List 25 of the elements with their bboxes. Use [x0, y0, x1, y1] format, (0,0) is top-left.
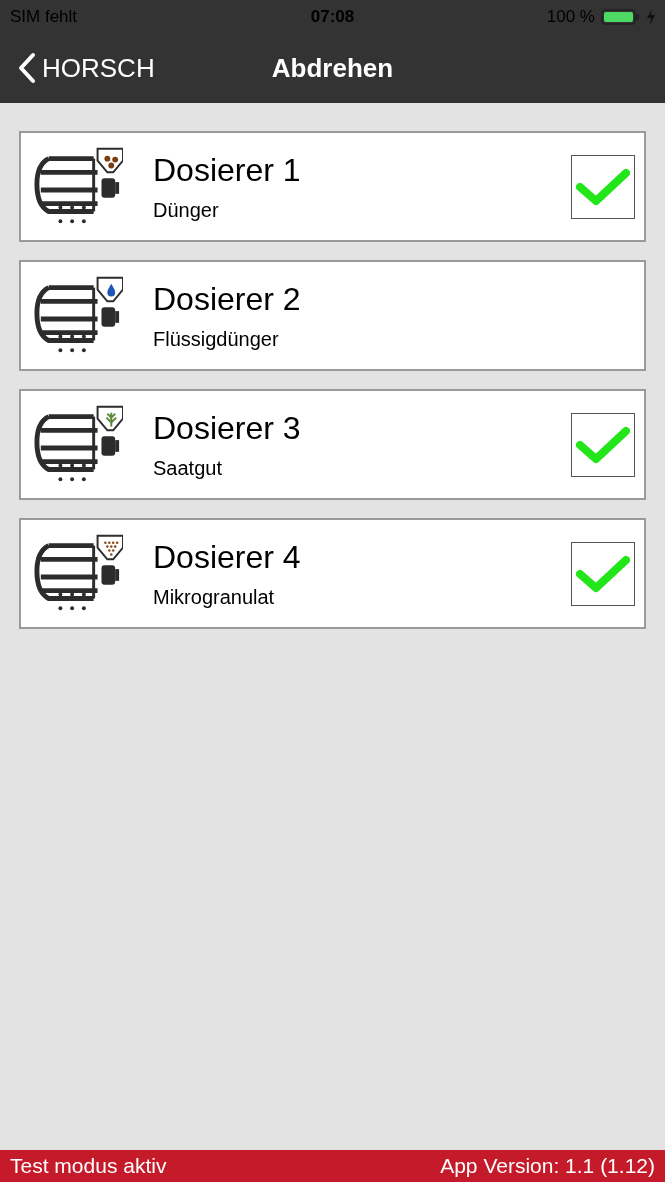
- app-version-label: App Version: 1.1 (1.12): [440, 1153, 655, 1180]
- dispenser-title: Dosierer 1: [153, 151, 302, 188]
- dispenser-card[interactable]: Dosierer 3 Saatgut: [19, 389, 646, 500]
- battery-icon: [601, 8, 641, 25]
- dispenser-title: Dosierer 2: [153, 280, 302, 317]
- back-button[interactable]: HORSCH: [18, 48, 155, 88]
- checkmark-icon: [576, 553, 630, 594]
- checkmark-icon: [576, 166, 630, 207]
- checkbox[interactable]: [571, 412, 635, 477]
- dispenser-subtitle: Mikrogranulat: [153, 584, 276, 609]
- dispenser-card[interactable]: Dosierer 1 Dünger: [19, 131, 646, 242]
- chevron-left-icon: [18, 52, 36, 84]
- charging-icon: [647, 8, 655, 25]
- dispenser-card[interactable]: Dosierer 2 Flüssigdünger: [19, 260, 646, 371]
- dispenser-card[interactable]: Dosierer 4 Mikrogranulat: [19, 518, 646, 629]
- dispenser-title: Dosierer 4: [153, 538, 302, 575]
- dispenser-subtitle: Flüssigdünger: [153, 326, 280, 351]
- page-title: Abdrehen: [271, 51, 394, 85]
- dispenser-title: Dosierer 3: [153, 409, 302, 446]
- dispenser-subtitle: Saatgut: [153, 455, 223, 480]
- checkmark-icon: [576, 424, 630, 465]
- checkbox[interactable]: [571, 541, 635, 606]
- dispenser-subtitle: Dünger: [153, 197, 220, 222]
- checkbox[interactable]: [571, 154, 635, 219]
- test-mode-label: Test modus aktiv: [10, 1153, 167, 1180]
